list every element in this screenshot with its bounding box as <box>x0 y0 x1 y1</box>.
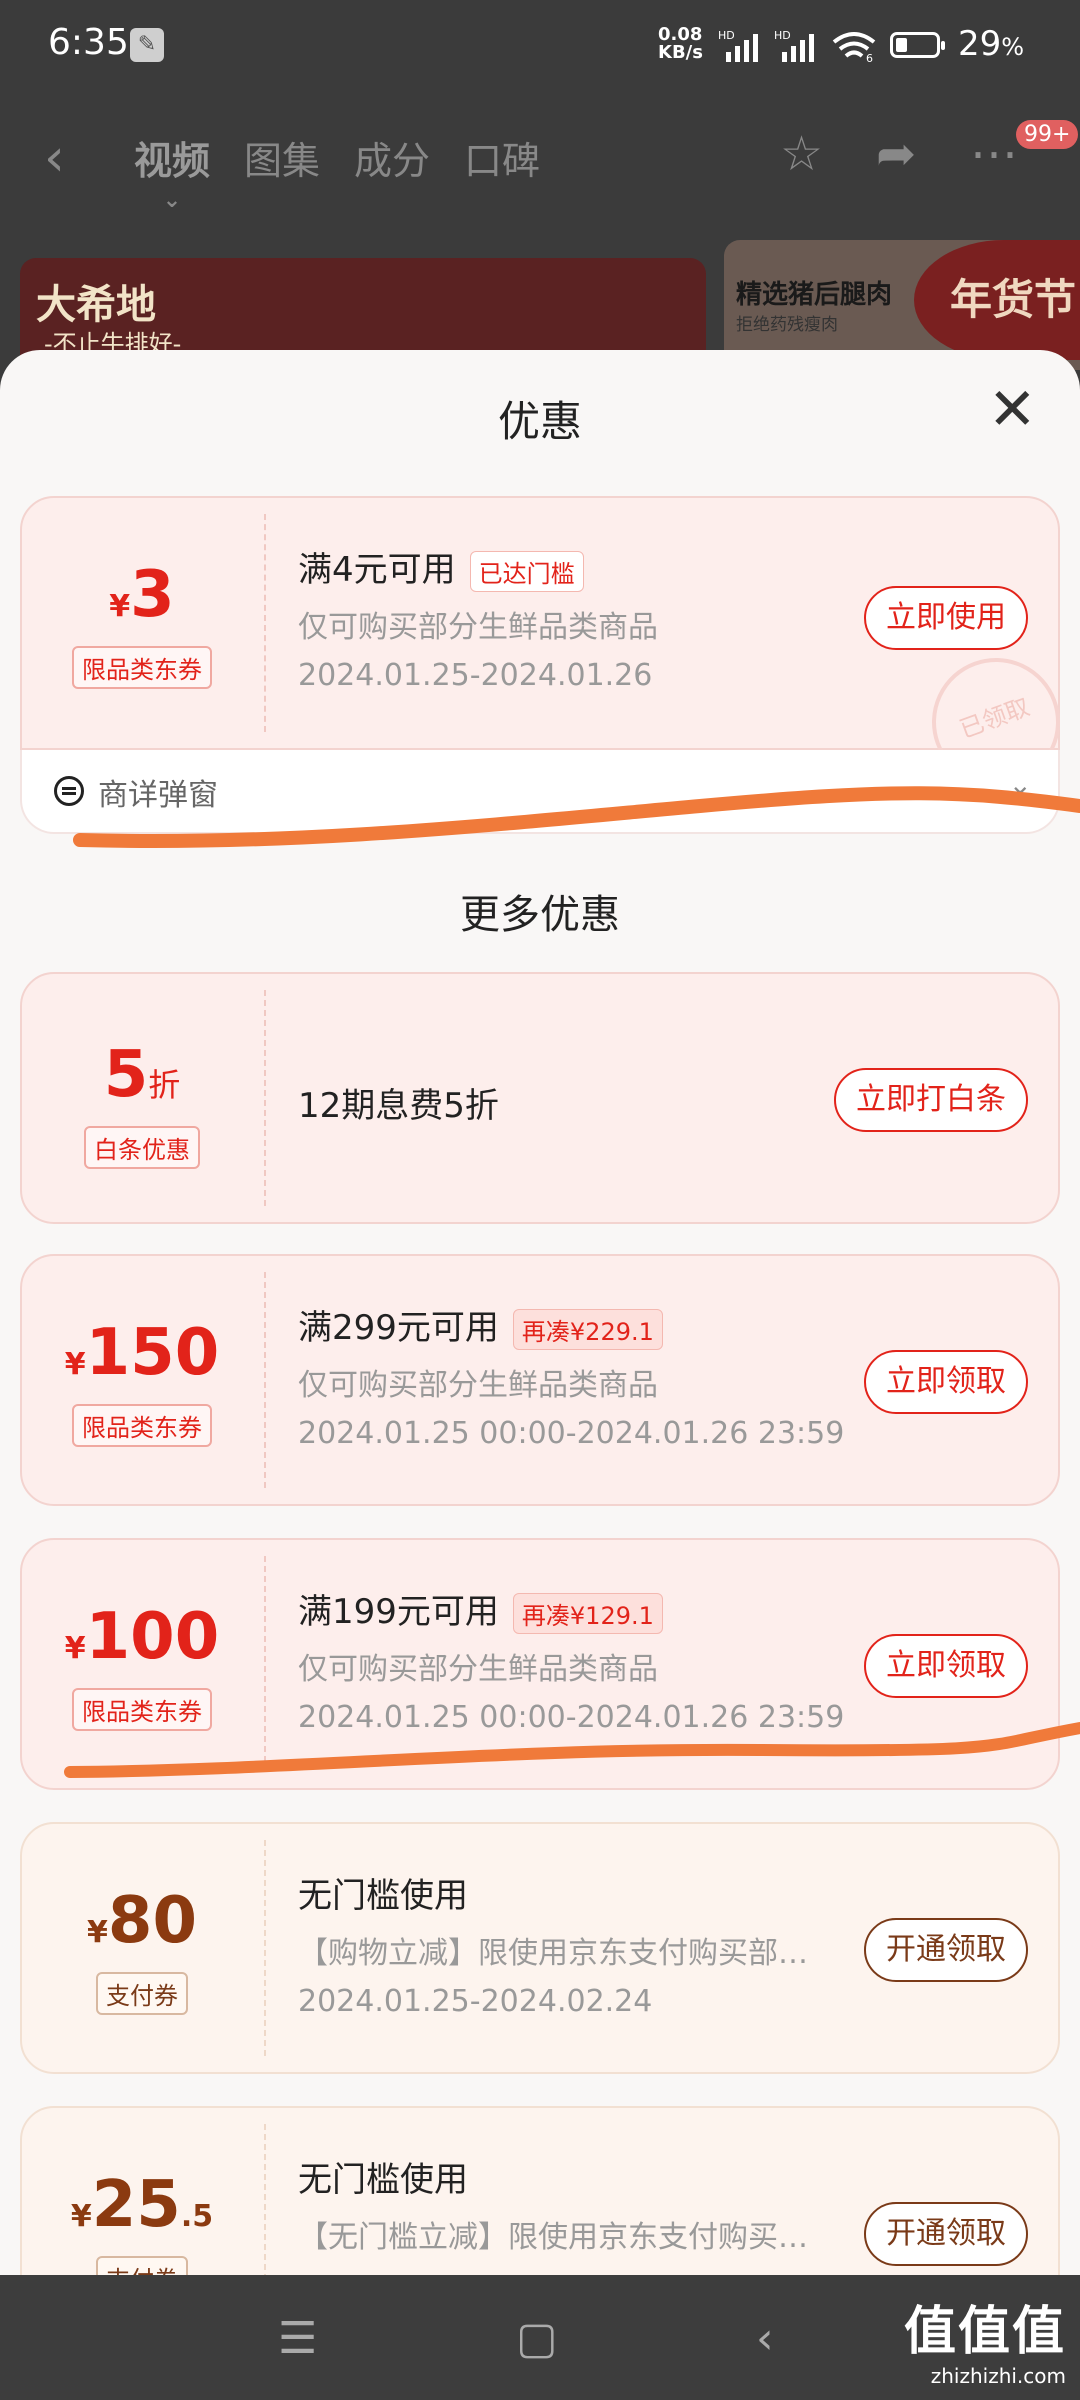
coupon-date: 2024.01.25 00:00-2024.01.26 23:59 <box>298 1700 845 1735</box>
coupon-amount: ¥100 <box>64 1600 220 1674</box>
coupon-amount: 5折 <box>103 1038 181 1112</box>
coupon-card-100: ¥100 限品类东券 满199元可用 再凑¥129.1 仅可购买部分生鲜品类商品 … <box>20 1538 1060 1790</box>
close-icon[interactable]: ✕ <box>988 380 1037 438</box>
site-watermark: 值值值 zhizhizhi.com <box>903 2302 1066 2388</box>
threshold-met-chip: 已达门槛 <box>469 551 584 592</box>
banner-product-title: 精选猪后腿肉 <box>736 280 893 310</box>
coupon-detail-footer[interactable]: 商详弹窗 ⌄ <box>20 750 1060 834</box>
home-square-icon[interactable]: ▢ <box>516 2313 558 2364</box>
more-icon[interactable]: ⋯ <box>970 126 1018 182</box>
banner-brand: 大希地 <box>36 282 156 328</box>
tab-gallery[interactable]: 图集 <box>244 130 320 185</box>
coupon-desc: 仅可购买部分生鲜品类商品 <box>298 1652 658 1687</box>
coupon-title: 12期息费5折 <box>298 1086 499 1126</box>
claim-now-button[interactable]: 立即领取 <box>864 1634 1028 1698</box>
svg-text:HD: HD <box>774 30 791 42</box>
coupon-title: 满4元可用 已达门槛 <box>298 542 584 592</box>
coupon-type-tag: 白条优惠 <box>84 1126 200 1169</box>
sheet-title: 优惠 <box>497 397 582 446</box>
coupon-date: 2024.01.25-2024.02.24 <box>298 1984 653 2019</box>
coupon-desc: 【购物立减】限使用京东支付购买部分商品 <box>298 1936 818 1971</box>
coupon-amount: ¥80 <box>87 1884 197 1958</box>
coupon-amount: ¥150 <box>64 1316 220 1390</box>
cell-signal-icon-2: HD <box>774 30 814 62</box>
baitiao-button[interactable]: 立即打白条 <box>834 1068 1028 1132</box>
remaining-amount-chip: 再凑¥229.1 <box>512 1309 663 1350</box>
cell-signal-icon: HD <box>718 30 758 62</box>
product-header: ‹ 视频 ⌄ 图集 成分 口碑 ☆ ➦ ⋯ 99+ <box>0 100 1080 213</box>
tab-ingredients[interactable]: 成分 <box>354 130 430 185</box>
battery-icon <box>890 32 945 58</box>
coupon-card-baitiao: 5折 白条优惠 12期息费5折 立即打白条 <box>20 972 1060 1224</box>
ticket-icon <box>54 776 84 806</box>
back-nav-icon[interactable]: ‹ <box>756 2313 774 2364</box>
wifi-icon: 6 <box>832 32 876 62</box>
coupon-title: 无门槛使用 <box>298 2160 468 2200</box>
coupon-title: 满299元可用 再凑¥229.1 <box>298 1300 663 1350</box>
coupon-desc: 【无门槛立减】限使用京东支付购买部分商品 <box>298 2220 818 2255</box>
activate-claim-button[interactable]: 开通领取 <box>864 1918 1028 1982</box>
network-speed: 0.08 KB/s <box>658 24 703 63</box>
coupon-card-pay-80: ¥80 支付券 无门槛使用 【购物立减】限使用京东支付购买部分商品 2024.0… <box>20 1822 1060 2074</box>
coupon-type-tag: 支付券 <box>96 1972 188 2015</box>
media-tabs: 视频 ⌄ 图集 成分 口碑 <box>134 130 540 213</box>
use-now-button[interactable]: 立即使用 <box>864 586 1028 650</box>
wrench-icon: ✎ <box>130 28 164 62</box>
coupon-date: 2024.01.25 00:00-2024.01.26 23:59 <box>298 1416 845 1451</box>
share-icon[interactable]: ➦ <box>876 126 916 182</box>
coupon-card-claimed: ¥3 限品类东券 满4元可用 已达门槛 仅可购买部分生鲜品类商品 2024.01.… <box>20 496 1079 805</box>
coupon-desc: 仅可购买部分生鲜品类商品 <box>298 1368 658 1403</box>
chevron-down-icon[interactable]: ⌄ <box>1009 768 1032 801</box>
coupon-date: 2024.01.25-2024.01.26 <box>298 658 653 693</box>
system-nav-bar: ☰ ▢ ‹ 值值值 zhizhizhi.com <box>0 2275 1080 2400</box>
coupon-title: 满199元可用 再凑¥129.1 <box>298 1584 663 1634</box>
recents-menu-icon[interactable]: ☰ <box>278 2313 317 2364</box>
new-year-festival-badge: 年货节 <box>914 240 1080 360</box>
message-count-badge: 99+ <box>1016 120 1079 149</box>
coupon-card-150: ¥150 限品类东券 满299元可用 再凑¥229.1 仅可购买部分生鲜品类商品 … <box>20 1254 1060 1506</box>
favorite-star-icon[interactable]: ☆ <box>780 126 823 182</box>
coupon-card-pay-25-5: ¥25.5 支付券 无门槛使用 【无门槛立减】限使用京东支付购买部分商品 开通领… <box>20 2106 1060 2275</box>
banner-product-sub: 拒绝药残瘦肉 <box>736 315 838 335</box>
chevron-down-icon: ⌄ <box>162 188 182 213</box>
coupon-type-tag: 限品类东券 <box>72 1404 212 1447</box>
coupon-desc: 仅可购买部分生鲜品类商品 <box>298 610 658 645</box>
back-icon[interactable]: ‹ <box>44 128 65 188</box>
activate-claim-button[interactable]: 开通领取 <box>864 2202 1028 2266</box>
svg-text:HD: HD <box>718 30 735 42</box>
tab-reviews[interactable]: 口碑 <box>464 130 540 185</box>
claim-now-button[interactable]: 立即领取 <box>864 1350 1028 1414</box>
coupon-type-tag: 支付券 <box>96 2256 188 2275</box>
svg-text:6: 6 <box>866 52 873 62</box>
remaining-amount-chip: 再凑¥129.1 <box>512 1593 663 1634</box>
coupon-type-tag: 限品类东券 <box>72 1688 212 1731</box>
tab-video[interactable]: 视频 ⌄ <box>134 130 210 213</box>
status-time: 6:35 <box>48 22 129 63</box>
battery-percent: 29% <box>958 24 1025 64</box>
coupon-amount: ¥3 <box>109 558 175 632</box>
status-bar: 6:35 ✎ 0.08 KB/s HD HD 6 29% <box>0 0 1080 90</box>
coupon-title: 无门槛使用 <box>298 1876 468 1916</box>
more-offers-title: 更多优惠 <box>460 892 620 938</box>
coupon-amount: ¥25.5 <box>70 2168 214 2242</box>
detail-popup-label: 商详弹窗 <box>98 778 218 813</box>
coupon-sheet: 优惠 ✕ ¥3 限品类东券 满4元可用 已达门槛 仅可购买部分生鲜品类商品 202… <box>0 350 1080 2275</box>
coupon-type-tag: 限品类东券 <box>72 646 212 689</box>
